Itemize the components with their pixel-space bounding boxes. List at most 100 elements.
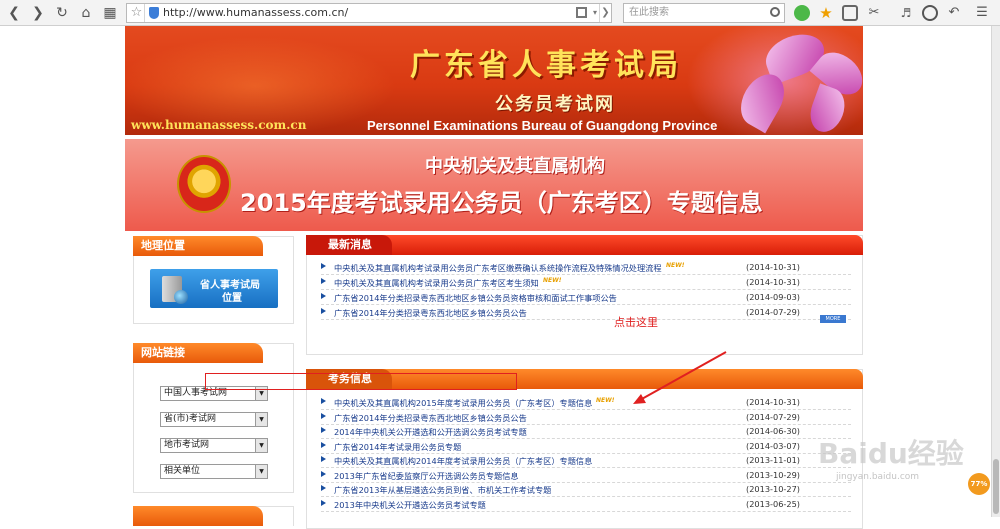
baidu-watermark: Baidu经验: [818, 437, 964, 470]
list-item[interactable]: 广东省2013年从基层遴选公务员到省、市机关工作考试专题 (2013-10-27): [321, 483, 851, 497]
highlight-box: [205, 373, 517, 390]
link-select-4-value: 相关单位: [164, 466, 201, 476]
search-box[interactable]: 在此搜索: [623, 3, 785, 23]
bullet-arrow-icon: [321, 485, 326, 491]
baidu-watermark-url: jingyan.baidu.com: [836, 472, 920, 482]
chevron-down-icon[interactable]: ▼: [255, 465, 267, 478]
list-item[interactable]: 中央机关及其直属机构考试录用公务员广东考区缴费确认系统操作流程及特殊情况处理流程…: [321, 261, 851, 275]
undo-icon[interactable]: ↶: [946, 5, 962, 21]
menu-icon[interactable]: ☰: [974, 5, 990, 21]
bullet-arrow-icon: [321, 412, 326, 419]
volume-icon[interactable]: ♬: [898, 5, 914, 21]
banner-english-name: Personnel Examinations Bureau of Guangdo…: [367, 118, 718, 133]
site-banner: 广东省人事考试局 公务员考试网 www.humanassess.com.cn P…: [125, 26, 863, 135]
annotation-label: 点击这里: [614, 316, 658, 329]
favorite-star-icon[interactable]: ☆: [129, 4, 145, 22]
sidebar-next-header: [133, 506, 263, 526]
bullet-arrow-icon: [321, 427, 326, 433]
list-item[interactable]: 中央机关及其直属机构2014年度考试录用公务员（广东考区）专题信息 (2013-1…: [321, 454, 851, 468]
site-links-header: 网站链接: [133, 343, 263, 363]
topic-title-line2: 2015年度考试录用公务员（广东考区）专题信息: [240, 189, 763, 217]
bullet-arrow-icon: [321, 470, 326, 477]
wechat-icon[interactable]: [794, 5, 810, 21]
list-item-link[interactable]: 2014年中央机关公开遴选和公开选调公务员考试专题: [334, 426, 527, 438]
new-badge: NEW!: [666, 262, 685, 269]
chevron-down-icon[interactable]: ▼: [255, 413, 267, 426]
vertical-scrollbar[interactable]: [991, 26, 1000, 517]
list-item-link[interactable]: 广东省2014年考试录用公务员专题: [334, 441, 461, 453]
list-item[interactable]: 中央机关及其直属机构2015年度考试录用公务员（广东考区）专题信息 NEW! (20…: [321, 396, 851, 410]
list-item-link[interactable]: 中央机关及其直属机构考试录用公务员广东考区考生须知: [334, 277, 539, 289]
list-item-link[interactable]: 广东省2014年分类招录粤东西北地区乡镇公务员公告: [334, 307, 527, 319]
banner-site-url: www.humanassess.com.cn: [131, 118, 307, 132]
list-item[interactable]: 广东省2014年分类招录粤东西北地区乡镇公务员公告 (2014-07-29): [321, 306, 851, 320]
list-item-date: (2014-03-07): [746, 440, 800, 451]
forward-icon[interactable]: ❯: [28, 3, 48, 23]
topic-banner[interactable]: 中央机关及其直属机构 2015年度考试录用公务员（广东考区）专题信息: [125, 139, 863, 231]
bullet-arrow-icon: [321, 308, 326, 314]
list-item[interactable]: 广东省2014年分类招录粤东西北地区乡镇公务员资格审核和面试工作事项公告 (201…: [321, 291, 851, 305]
list-item-date: (2013-06-25): [746, 498, 800, 509]
address-dropdown-icon[interactable]: ▾: [593, 4, 597, 22]
list-item-link[interactable]: 中央机关及其直属机构2014年度考试录用公务员（广东考区）专题信息: [334, 455, 592, 467]
link-select-3-value: 地市考试网: [164, 440, 210, 450]
list-item-date: (2013-10-29): [746, 469, 800, 480]
list-item-link[interactable]: 中央机关及其直属机构2015年度考试录用公务员（广东考区）专题信息: [334, 397, 592, 409]
list-item-link[interactable]: 中央机关及其直属机构考试录用公务员广东考区缴费确认系统操作流程及特殊情况处理流程: [334, 262, 662, 274]
more-button[interactable]: MORE: [820, 315, 846, 323]
list-item[interactable]: 2014年中央机关公开遴选和公开选调公务员考试专题 (2014-06-30): [321, 425, 851, 439]
bullet-arrow-icon: [321, 398, 326, 404]
download-icon[interactable]: [922, 5, 938, 21]
speed-badge[interactable]: 77%: [968, 473, 990, 495]
list-item[interactable]: 广东省2014年考试录用公务员专题 (2014-03-07): [321, 440, 851, 454]
cut-icon[interactable]: ✂: [866, 5, 882, 21]
list-item-date: (2013-10-27): [746, 484, 800, 494]
list-item[interactable]: 2013年广东省纪委监察厅公开选调公务员专题信息 (2013-10-29): [321, 469, 851, 483]
list-item-date: (2014-07-29): [746, 307, 800, 317]
list-item-date: (2014-10-31): [746, 397, 800, 407]
list-item-link[interactable]: 2013年中央机关公开遴选公务员考试专题: [334, 499, 486, 511]
address-text[interactable]: http://www.humanassess.com.cn/: [163, 4, 348, 22]
address-bar[interactable]: ☆ http://www.humanassess.com.cn/ ▾ ❯: [126, 3, 612, 23]
home-icon[interactable]: ⌂: [76, 3, 96, 23]
list-item-link[interactable]: 广东省2013年从基层遴选公务员到省、市机关工作考试专题: [334, 484, 551, 496]
list-item[interactable]: 2013年中央机关公开遴选公务员考试专题 (2013-06-25): [321, 498, 851, 512]
bureau-location-button[interactable]: 省人事考试局 位置: [150, 269, 278, 308]
banner-subtitle: 公务员考试网: [495, 94, 615, 115]
location-button-line2: 位置: [222, 293, 242, 304]
scrollbar-thumb[interactable]: [993, 459, 999, 514]
list-item[interactable]: 广东省2014年分类招录粤东西北地区乡镇公务员公告 (2014-07-29): [321, 411, 851, 425]
share-icon[interactable]: [842, 5, 858, 21]
refresh-icon[interactable]: ↻: [52, 3, 72, 23]
exam-info-panel: 考务信息 中央机关及其直属机构2015年度考试录用公务员（广东考区）专题信息 NE…: [306, 369, 863, 529]
list-item-date: (2013-11-01): [746, 455, 800, 465]
go-arrow-icon[interactable]: ❯: [599, 4, 611, 22]
link-select-4[interactable]: 相关单位 ▼: [160, 464, 268, 479]
topic-title-line1: 中央机关及其直属机构: [425, 156, 605, 177]
list-item-link[interactable]: 广东省2014年分类招录粤东西北地区乡镇公务员公告: [334, 412, 527, 424]
banner-title: 广东省人事考试局: [410, 48, 682, 83]
search-placeholder: 在此搜索: [629, 7, 669, 18]
list-item-date: (2014-09-03): [746, 292, 800, 302]
new-badge: NEW!: [543, 277, 562, 284]
link-select-3[interactable]: 地市考试网 ▼: [160, 438, 268, 453]
favorites-star-icon[interactable]: ★: [818, 5, 834, 21]
bullet-arrow-icon: [321, 278, 326, 284]
bullet-arrow-icon: [321, 293, 326, 299]
bullet-arrow-icon: [321, 499, 326, 506]
chevron-down-icon[interactable]: ▼: [255, 439, 267, 452]
latest-news-panel: 最新消息 中央机关及其直属机构考试录用公务员广东考区缴费确认系统操作流程及特殊情…: [306, 235, 863, 355]
list-item-date: (2014-10-31): [746, 277, 800, 287]
list-item-link[interactable]: 2013年广东省纪委监察厅公开选调公务员专题信息: [334, 470, 519, 482]
sidebar-next-box: [133, 506, 294, 526]
list-item[interactable]: 中央机关及其直属机构考试录用公务员广东考区考生须知 NEW! (2014-10-31…: [321, 276, 851, 290]
qr-code-icon[interactable]: [576, 7, 587, 18]
link-select-2[interactable]: 省(市)考试网 ▼: [160, 412, 268, 427]
location-header: 地理位置: [133, 236, 263, 256]
location-box: 地理位置 省人事考试局 位置: [133, 236, 294, 324]
new-badge: NEW!: [596, 397, 615, 404]
list-item-link[interactable]: 广东省2014年分类招录粤东西北地区乡镇公务员资格审核和面试工作事项公告: [334, 292, 617, 304]
bookmark-manager-icon[interactable]: ▦: [100, 3, 120, 23]
back-icon[interactable]: ❮: [4, 3, 24, 23]
search-icon[interactable]: [770, 7, 780, 17]
